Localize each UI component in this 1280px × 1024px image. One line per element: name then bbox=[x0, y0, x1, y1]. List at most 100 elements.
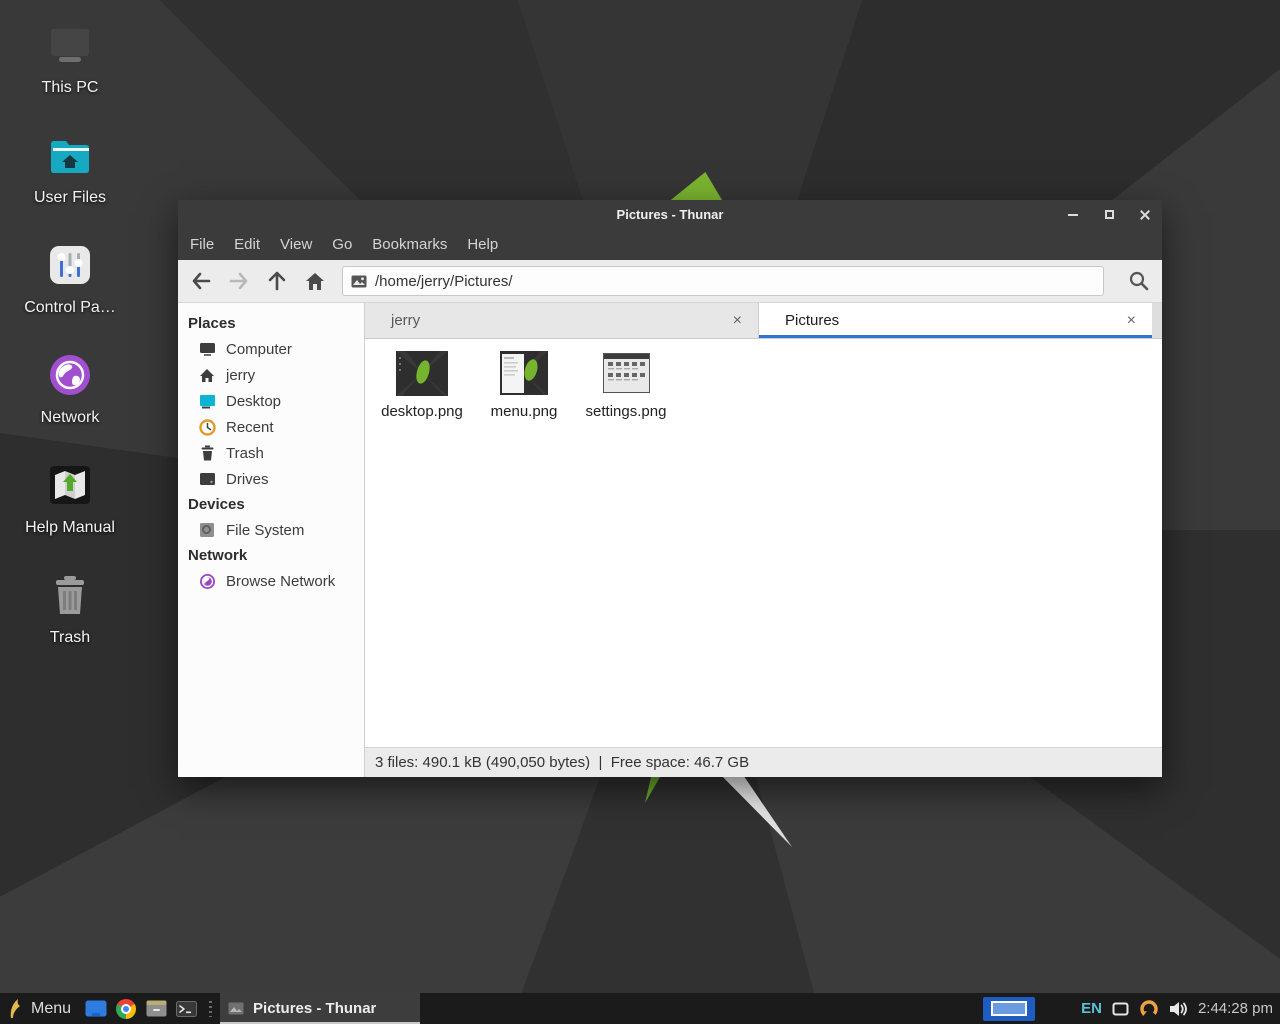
desktop-icon-control-panel[interactable]: Control Pa… bbox=[5, 242, 135, 322]
drawer-icon bbox=[146, 1000, 167, 1017]
desktop-icon-this-pc[interactable]: This PC bbox=[5, 22, 135, 102]
sidebar-item-label: Trash bbox=[226, 445, 264, 462]
toolbar: /home/jerry/Pictures/ bbox=[178, 260, 1162, 303]
harddisk-icon bbox=[198, 521, 216, 539]
desktop-icon-list: This PC User Files bbox=[5, 22, 135, 682]
home-icon bbox=[198, 366, 216, 384]
launcher-file-manager[interactable] bbox=[81, 993, 111, 1024]
up-button[interactable] bbox=[258, 264, 296, 298]
sidebar-item-file-system[interactable]: File System bbox=[178, 517, 364, 543]
home-icon bbox=[305, 272, 325, 291]
thunar-window: Pictures - Thunar File Edit View Go Book… bbox=[178, 200, 1162, 777]
panel-handle[interactable] bbox=[209, 1001, 212, 1017]
sidebar-item-jerry[interactable]: jerry bbox=[178, 362, 364, 388]
back-button[interactable] bbox=[182, 264, 220, 298]
desktop-icon-label: Trash bbox=[5, 629, 135, 647]
chrome-icon bbox=[116, 999, 136, 1019]
display-tray-icon[interactable] bbox=[1112, 1002, 1129, 1016]
close-icon bbox=[1139, 209, 1151, 221]
sidebar-item-label: jerry bbox=[226, 367, 255, 384]
file-name: settings.png bbox=[575, 403, 677, 420]
sidebar-item-label: Drives bbox=[226, 471, 269, 488]
sidebar-item-drives[interactable]: Drives bbox=[178, 466, 364, 492]
path-text: /home/jerry/Pictures/ bbox=[375, 273, 513, 290]
tab-close-icon[interactable]: × bbox=[731, 312, 744, 330]
sidebar-item-label: Browse Network bbox=[226, 573, 335, 590]
menu-button[interactable]: Menu bbox=[0, 993, 81, 1024]
volume-icon[interactable] bbox=[1169, 1001, 1188, 1017]
desktop-icon-help-manual[interactable]: Help Manual bbox=[5, 462, 135, 542]
terminal-icon bbox=[176, 1001, 197, 1017]
forward-icon bbox=[229, 272, 249, 290]
close-button[interactable] bbox=[1138, 208, 1152, 222]
search-button[interactable] bbox=[1118, 264, 1160, 298]
taskbar-window-label: Pictures - Thunar bbox=[253, 1000, 376, 1017]
launcher-chrome[interactable] bbox=[111, 993, 141, 1024]
sidebar-header-network: Network bbox=[178, 543, 364, 568]
maximize-button[interactable] bbox=[1102, 208, 1116, 222]
menu-edit[interactable]: Edit bbox=[224, 231, 270, 258]
window-content: Places Computer jerry Desktop bbox=[178, 303, 1162, 777]
desktop-icon-label: Network bbox=[5, 409, 135, 427]
drive-icon bbox=[198, 470, 216, 488]
file-desktop-png[interactable]: desktop.png bbox=[371, 349, 473, 420]
menu-help[interactable]: Help bbox=[457, 231, 508, 258]
sidebar-item-label: File System bbox=[226, 522, 304, 539]
workspace-switcher[interactable] bbox=[983, 997, 1035, 1021]
sidebar-item-computer[interactable]: Computer bbox=[178, 336, 364, 362]
trash-icon bbox=[5, 572, 135, 616]
sidebar-item-label: Computer bbox=[226, 341, 292, 358]
update-manager-icon[interactable] bbox=[1139, 999, 1159, 1019]
sliders-icon bbox=[5, 242, 135, 286]
image-thumbnail bbox=[371, 349, 473, 397]
home-button[interactable] bbox=[296, 264, 334, 298]
image-file-icon bbox=[351, 275, 367, 288]
forward-button[interactable] bbox=[220, 264, 258, 298]
file-name: desktop.png bbox=[371, 403, 473, 420]
tab-close-icon[interactable]: × bbox=[1125, 312, 1138, 330]
menu-go[interactable]: Go bbox=[322, 231, 362, 258]
file-settings-png[interactable]: settings.png bbox=[575, 349, 677, 420]
computer-icon bbox=[5, 22, 135, 66]
tab-jerry[interactable]: jerry × bbox=[365, 303, 759, 338]
keyboard-layout-indicator[interactable]: EN bbox=[1081, 1000, 1102, 1017]
maximize-icon bbox=[1105, 210, 1114, 219]
desktop-icon-label: This PC bbox=[5, 79, 135, 97]
path-field[interactable]: /home/jerry/Pictures/ bbox=[342, 266, 1104, 296]
launcher-archive[interactable] bbox=[141, 993, 171, 1024]
desktop-icon-label: Control Pa… bbox=[5, 299, 135, 317]
sidebar-item-trash[interactable]: Trash bbox=[178, 440, 364, 466]
image-thumbnail bbox=[473, 349, 575, 397]
sidebar-item-recent[interactable]: Recent bbox=[178, 414, 364, 440]
menu-view[interactable]: View bbox=[270, 231, 322, 258]
minimize-button[interactable] bbox=[1066, 208, 1080, 222]
menu-bookmarks[interactable]: Bookmarks bbox=[362, 231, 457, 258]
taskbar-window-button[interactable]: Pictures - Thunar bbox=[220, 993, 420, 1024]
desktop-icon bbox=[198, 392, 216, 410]
network-globe-icon bbox=[198, 572, 216, 590]
system-tray: EN 2:44:28 pm bbox=[1081, 999, 1280, 1019]
desktop-icon-user-files[interactable]: User Files bbox=[5, 132, 135, 212]
file-grid[interactable]: desktop.png bbox=[365, 339, 1162, 747]
window-controls bbox=[1066, 200, 1152, 229]
clock[interactable]: 2:44:28 pm bbox=[1198, 1000, 1275, 1017]
sidebar-header-places: Places bbox=[178, 311, 364, 336]
desktop-icon-trash[interactable]: Trash bbox=[5, 572, 135, 652]
menu-file[interactable]: File bbox=[180, 231, 224, 258]
desktop-icon-network[interactable]: Network bbox=[5, 352, 135, 432]
tab-label: jerry bbox=[391, 312, 731, 329]
image-file-icon bbox=[228, 1002, 244, 1015]
file-menu-png[interactable]: menu.png bbox=[473, 349, 575, 420]
tab-pictures[interactable]: Pictures × bbox=[759, 303, 1152, 338]
minimize-icon bbox=[1068, 214, 1078, 216]
image-thumbnail bbox=[575, 349, 677, 397]
menubar: File Edit View Go Bookmarks Help bbox=[178, 229, 1162, 260]
window-titlebar[interactable]: Pictures - Thunar bbox=[178, 200, 1162, 229]
statusbar: 3 files: 490.1 kB (490,050 bytes) | Free… bbox=[365, 747, 1162, 777]
taskbar: Menu Pictures - Thunar bbox=[0, 993, 1280, 1024]
sidebar-item-label: Desktop bbox=[226, 393, 281, 410]
launcher-terminal[interactable] bbox=[171, 993, 201, 1024]
sidebar-item-browse-network[interactable]: Browse Network bbox=[178, 568, 364, 594]
sidebar-item-desktop[interactable]: Desktop bbox=[178, 388, 364, 414]
statusbar-text: 3 files: 490.1 kB (490,050 bytes) | Free… bbox=[375, 754, 749, 771]
